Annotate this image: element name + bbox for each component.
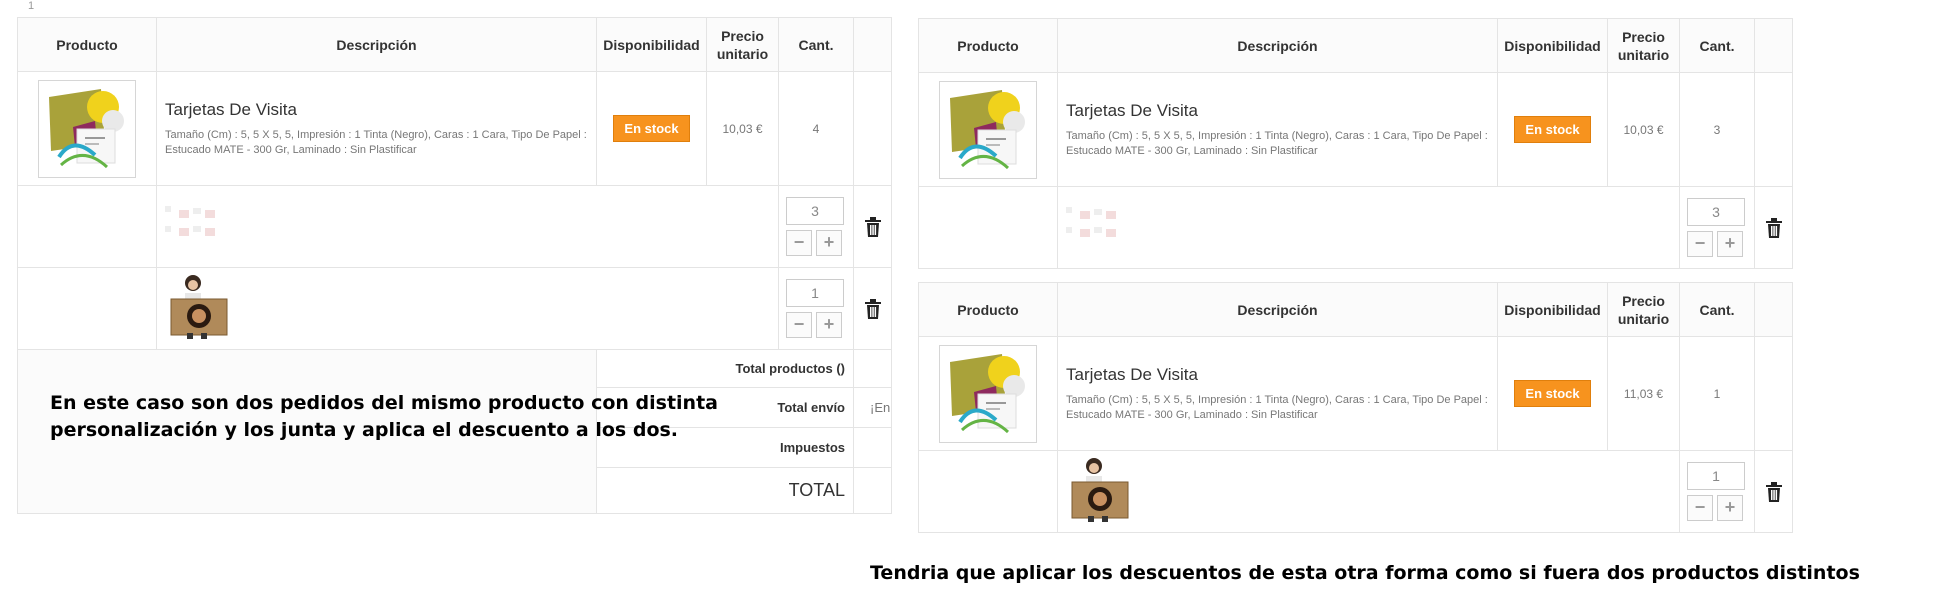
product-name[interactable]: Tarjetas De Visita — [1066, 101, 1497, 121]
custom-row: 1 − + — [17, 267, 892, 350]
cart-table-right-2: Producto Descripción Disponibilidad Prec… — [918, 282, 1793, 533]
product-thumbnail[interactable] — [38, 79, 136, 178]
precio-line1: Precio — [1622, 28, 1665, 45]
product-description: Tamaño (Cm) : 5, 5 X 5, 5, Impresión : 1… — [1066, 129, 1488, 157]
col-precio: Precio unitario — [706, 17, 779, 72]
quantity-increase-button[interactable]: + — [1717, 495, 1743, 521]
col-cant: Cant. — [778, 17, 854, 72]
precio-line2: unitario — [1617, 46, 1670, 63]
col-actions — [1754, 282, 1793, 337]
product-quantity: 3 — [1679, 72, 1755, 187]
col-disponibilidad: Disponibilidad — [1497, 18, 1608, 73]
quantity-input[interactable]: 1 — [1687, 462, 1745, 490]
total-envio-value: ¡En — [853, 387, 892, 428]
stock-badge: En stock — [1514, 116, 1591, 143]
col-producto: Producto — [918, 282, 1058, 337]
col-producto: Producto — [17, 17, 157, 72]
product-name[interactable]: Tarjetas De Visita — [165, 100, 596, 120]
product-description: Tamaño (Cm) : 5, 5 X 5, 5, Impresión : 1… — [1066, 393, 1488, 421]
col-descripcion: Descripción — [1057, 18, 1498, 73]
col-actions — [853, 17, 892, 72]
product-row: Tarjetas De Visita Tamaño (Cm) : 5, 5 X … — [918, 336, 1793, 451]
col-cant: Cant. — [1679, 282, 1755, 337]
custom-photo-thumbnail[interactable] — [1070, 456, 1130, 522]
quantity-decrease-button[interactable]: − — [786, 230, 812, 256]
precio-line2: unitario — [1617, 310, 1670, 327]
quantity-decrease-button[interactable]: − — [786, 312, 812, 338]
product-row: Tarjetas De Visita Tamaño (Cm) : 5, 5 X … — [918, 72, 1793, 187]
col-precio: Precio unitario — [1607, 282, 1680, 337]
col-disponibilidad: Disponibilidad — [596, 17, 707, 72]
annotation-left: En este caso son dos pedidos del mismo p… — [50, 392, 718, 441]
custom-row: 3 − + — [918, 186, 1793, 269]
product-thumbnail[interactable] — [939, 80, 1037, 179]
custom-row: 1 − + — [918, 450, 1793, 533]
quantity-input[interactable]: 3 — [1687, 198, 1745, 226]
trash-icon[interactable] — [864, 216, 882, 237]
unit-price: 10,03 € — [706, 71, 779, 186]
col-descripcion: Descripción — [1057, 282, 1498, 337]
custom-design-thumbnail[interactable] — [1066, 205, 1130, 245]
cart-table-right-1: Producto Descripción Disponibilidad Prec… — [918, 18, 1793, 269]
quantity-decrease-button[interactable]: − — [1687, 231, 1713, 257]
trash-icon[interactable] — [1765, 481, 1783, 502]
quantity-decrease-button[interactable]: − — [1687, 495, 1713, 521]
col-disponibilidad: Disponibilidad — [1497, 282, 1608, 337]
precio-line1: Precio — [1622, 292, 1665, 309]
stock-badge: En stock — [613, 115, 690, 142]
product-description: Tamaño (Cm) : 5, 5 X 5, 5, Impresión : 1… — [165, 128, 587, 156]
custom-photo-thumbnail[interactable] — [169, 273, 229, 339]
quantity-increase-button[interactable]: + — [816, 312, 842, 338]
annotation-right: Tendria que aplicar los descuentos de es… — [870, 562, 1860, 584]
precio-line1: Precio — [721, 27, 764, 44]
quantity-increase-button[interactable]: + — [1717, 231, 1743, 257]
total-productos-label: Total productos () — [596, 349, 854, 388]
unit-price: 10,03 € — [1607, 72, 1680, 187]
col-actions — [1754, 18, 1793, 73]
product-row: Tarjetas De Visita Tamaño (Cm) : 5, 5 X … — [17, 71, 892, 186]
precio-line2: unitario — [716, 45, 769, 62]
col-precio: Precio unitario — [1607, 18, 1680, 73]
page-marker: 1 — [28, 0, 35, 12]
custom-row: 3 − + — [17, 185, 892, 268]
col-producto: Producto — [918, 18, 1058, 73]
product-name[interactable]: Tarjetas De Visita — [1066, 365, 1497, 385]
trash-icon[interactable] — [1765, 217, 1783, 238]
quantity-input[interactable]: 3 — [786, 197, 844, 225]
col-cant: Cant. — [1679, 18, 1755, 73]
trash-icon[interactable] — [864, 298, 882, 319]
col-descripcion: Descripción — [156, 17, 597, 72]
quantity-increase-button[interactable]: + — [816, 230, 842, 256]
product-quantity: 4 — [778, 71, 854, 186]
product-quantity: 1 — [1679, 336, 1755, 451]
stock-badge: En stock — [1514, 380, 1591, 407]
product-thumbnail[interactable] — [939, 344, 1037, 443]
custom-design-thumbnail[interactable] — [165, 204, 229, 244]
quantity-input[interactable]: 1 — [786, 279, 844, 307]
total-label: TOTAL — [596, 467, 854, 514]
unit-price: 11,03 € — [1607, 336, 1680, 451]
